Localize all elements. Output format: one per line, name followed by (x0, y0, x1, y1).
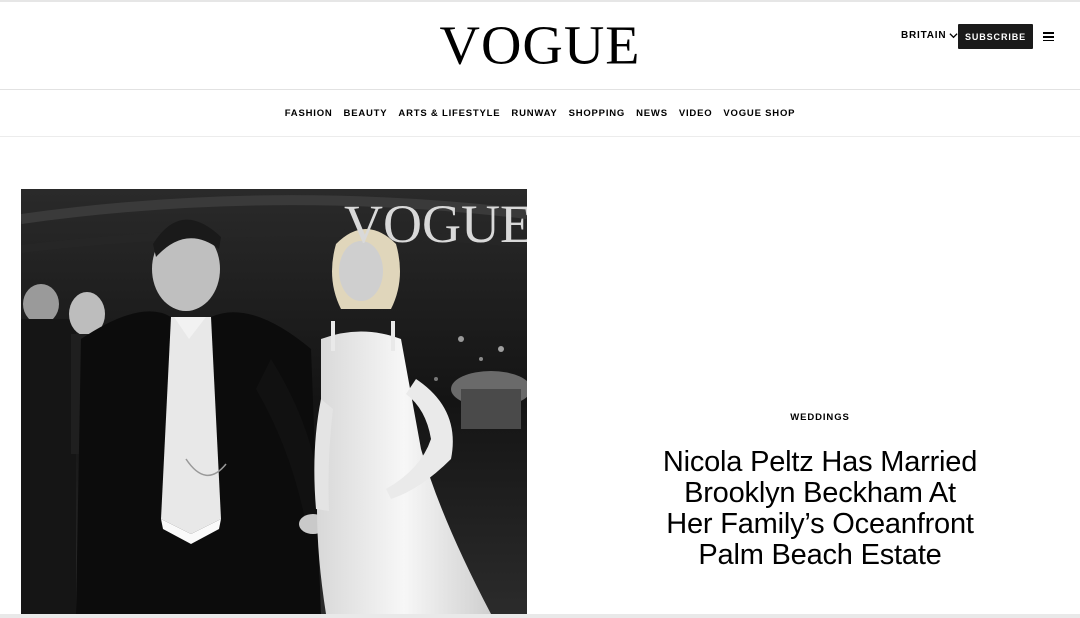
article-headline[interactable]: Nicola Peltz Has Married Brooklyn Beckha… (660, 447, 980, 571)
main-navigation: FASHION BEAUTY ARTS & LIFESTYLE RUNWAY S… (0, 89, 1080, 137)
nav-item-video[interactable]: VIDEO (679, 108, 713, 119)
nav-item-shopping[interactable]: SHOPPING (569, 108, 626, 119)
page-bottom-divider (0, 614, 1080, 618)
article-category[interactable]: WEDDINGS (680, 412, 960, 423)
subscribe-button[interactable]: SUBSCRIBE (958, 24, 1033, 49)
vogue-watermark: VOGUE (344, 194, 527, 254)
region-selector[interactable]: BRITAIN (901, 30, 958, 41)
nav-item-beauty[interactable]: BEAUTY (344, 108, 388, 119)
nav-item-news[interactable]: NEWS (636, 108, 668, 119)
nav-item-runway[interactable]: RUNWAY (511, 108, 557, 119)
vogue-logo[interactable]: VOGUE (0, 17, 1080, 76)
article-hero-image[interactable]: VOGUE (21, 189, 527, 614)
region-label: BRITAIN (901, 30, 947, 41)
nav-item-arts-lifestyle[interactable]: ARTS & LIFESTYLE (398, 108, 500, 119)
nav-item-vogue-shop[interactable]: VOGUE SHOP (723, 108, 795, 119)
hamburger-menu-icon[interactable] (1043, 32, 1054, 42)
nav-item-fashion[interactable]: FASHION (285, 108, 333, 119)
site-header: VOGUE BRITAIN SUBSCRIBE (0, 0, 1080, 90)
